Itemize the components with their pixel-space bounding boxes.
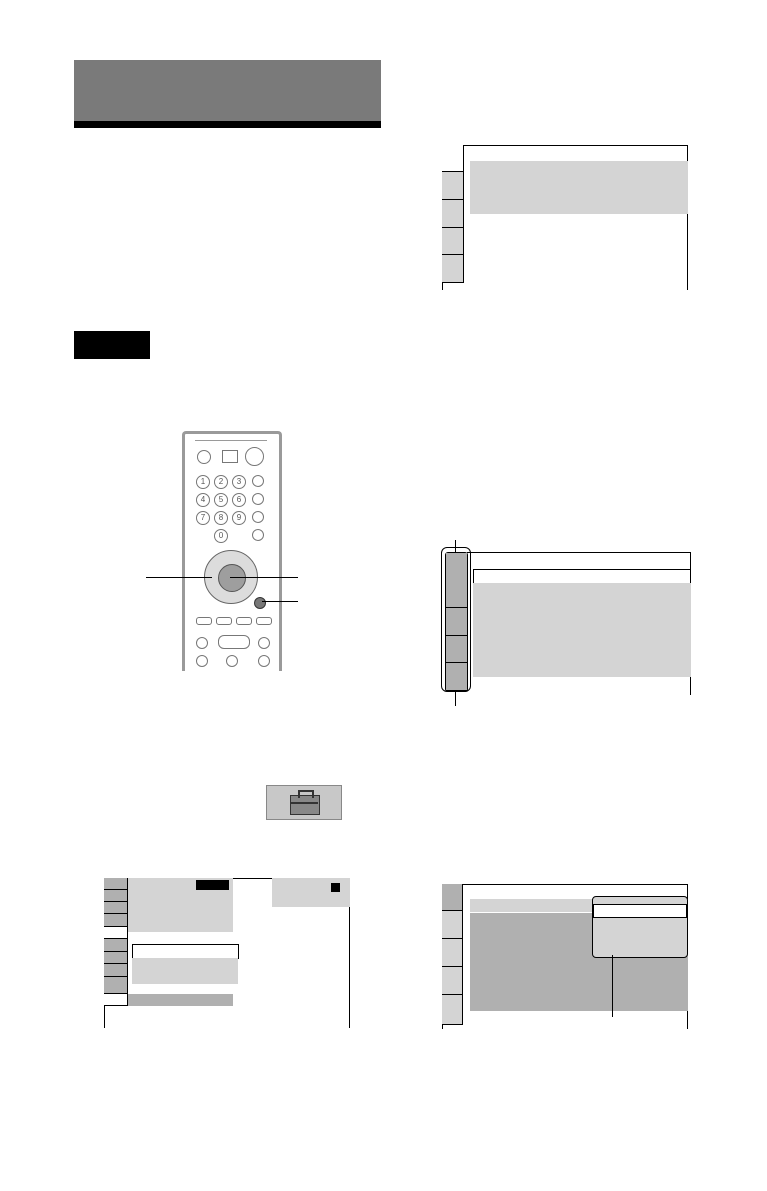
menu-diagram-2 [445, 552, 691, 695]
notice-label [74, 331, 150, 359]
remote-keypad: 1 2 3 4 5 6 7 8 9 0 [196, 475, 276, 545]
section-header-rule [74, 121, 381, 128]
pointer-line-bottom [455, 690, 456, 706]
bracket [441, 547, 471, 692]
callout-line-left [146, 577, 212, 578]
callout-line-right [230, 577, 298, 578]
remote-setup-button [254, 597, 266, 609]
popup-callout-line [612, 955, 613, 1017]
menu-diagram-3 [104, 878, 350, 1028]
section-header-block [74, 60, 381, 122]
callout-line-setup [262, 601, 298, 602]
setup-toolbox-icon [266, 785, 342, 820]
menu-diagram-4 [442, 884, 688, 1029]
remote-transport-row [196, 617, 274, 667]
menu-diagram-1 [442, 145, 688, 290]
